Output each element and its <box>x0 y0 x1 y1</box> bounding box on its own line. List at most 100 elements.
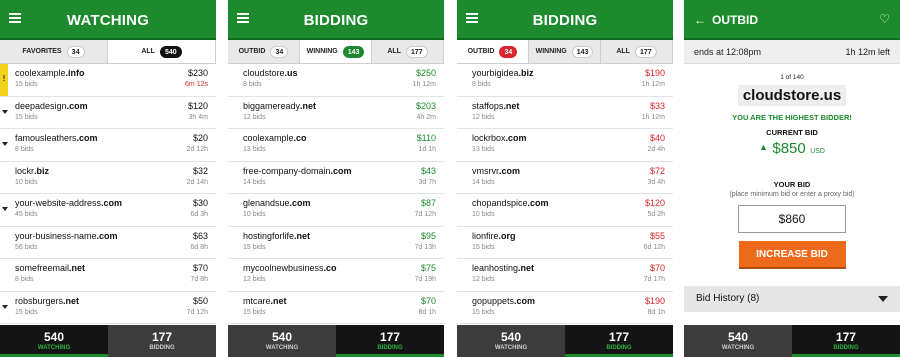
bid-count: 8 bids <box>15 276 34 283</box>
domain-row[interactable]: staffops.net 12 bids $33 1h 12m <box>457 97 673 129</box>
domain-row[interactable]: robsburgers.net 15 bids $50 7d 12h <box>0 292 216 324</box>
bid-history-dropdown[interactable]: Bid History (8) <box>684 286 900 312</box>
domain-label: lockr <box>15 165 35 176</box>
domain-tld: .com <box>76 133 98 143</box>
bottom-nav: 540 WATCHING 177 BIDDING <box>228 325 444 357</box>
domain-label: your-website-address <box>15 198 102 208</box>
domain-name: your-business-name.com <box>15 231 208 241</box>
nav-watching[interactable]: 540 WATCHING <box>0 325 108 357</box>
tab-all[interactable]: ALL 177 <box>601 40 673 63</box>
domain-tld: .net <box>270 295 287 306</box>
price: $40 <box>649 133 665 143</box>
tab-label: ALL <box>616 48 630 55</box>
domain-label: vmsrvr <box>472 165 499 176</box>
time-remaining: 8d 1h <box>647 308 665 316</box>
domain-list: yourbigidea.biz 8 bids $190 1h 12m staffops.… <box>457 64 673 324</box>
heart-icon[interactable]: ♡ <box>879 12 890 26</box>
domain-tld: .com <box>66 100 88 111</box>
time-remaining: 7d 12h <box>186 308 208 316</box>
time-remaining: 7d 8h <box>190 276 208 283</box>
app-bar: BIDDING <box>228 0 444 40</box>
domain-label: staffops <box>472 100 504 111</box>
nav-bidding[interactable]: 177 BIDDING <box>336 325 444 357</box>
nav-bidding[interactable]: 177 BIDDING <box>792 325 900 357</box>
tab-winning[interactable]: WINNING 143 <box>300 40 372 63</box>
screen-title: OUTBID <box>712 13 758 27</box>
domain-tld: .net <box>294 230 311 241</box>
back-arrow-icon[interactable]: ← <box>694 13 706 27</box>
time-remaining: 7d 17h <box>643 276 665 283</box>
domain-row[interactable]: biggameready.net 12 bids $203 4h 2m <box>228 97 444 129</box>
tab-outbid[interactable]: OUTBID 34 <box>457 40 529 63</box>
price: $230 <box>187 68 208 78</box>
domain-row[interactable]: deepadesign.com 15 bids $120 3h 4m <box>0 97 216 129</box>
bid-count: 15 bids <box>243 308 266 316</box>
domain-row[interactable]: vmsrvr.com 14 bids $72 3d 4h <box>457 162 673 194</box>
bid-count: 8 bids <box>243 81 262 88</box>
domain-tld: .co <box>293 133 307 143</box>
domain-row[interactable]: leanhosting.net 12 bids $70 7d 17h <box>457 259 673 292</box>
domain-name: lockr.biz <box>15 166 208 176</box>
filter-tabs: FAVORITES 34 ALL 540 <box>0 40 216 64</box>
tab-favorites[interactable]: FAVORITES 34 <box>0 40 108 63</box>
domain-tld: .com <box>330 165 352 176</box>
domain-tld: .com <box>289 198 311 208</box>
tab-all[interactable]: ALL 177 <box>372 40 444 63</box>
tab-all[interactable]: ALL 540 <box>108 40 216 63</box>
bottom-nav: 540 WATCHING 177 BIDDING <box>684 325 900 357</box>
your-bid-hint: (place minimum bid or enter a proxy bid) <box>729 191 855 198</box>
domain-row[interactable]: famousleathers.com 8 bids $20 2d 12h <box>0 129 216 162</box>
nav-bidding[interactable]: 177 BIDDING <box>108 325 216 357</box>
domain-name: leanhosting.net <box>472 263 665 273</box>
nav-count: 540 <box>271 330 293 344</box>
domain-tld: .org <box>498 230 516 241</box>
bid-count: 15 bids <box>243 243 266 251</box>
domain-row[interactable]: ! coolexample.info 15 bids $230 6m 12s <box>0 64 216 97</box>
domain-row[interactable]: chopandspice.com 10 bids $120 5d 2h <box>457 194 673 227</box>
nav-watching[interactable]: 540 WATCHING <box>684 325 792 357</box>
domain-row[interactable]: mtcare.net 15 bids $70 8d 1h <box>228 292 444 324</box>
time-remaining: 8d 1h <box>418 308 436 316</box>
domain-row[interactable]: your-business-name.com 56 bids $63 6d 8h <box>0 227 216 259</box>
increase-bid-button[interactable]: INCREASE BID <box>738 241 846 269</box>
domain-row[interactable]: free-company-domain.com 14 bids $43 3d 7h <box>228 162 444 194</box>
bid-history-label: Bid History (8) <box>696 293 760 304</box>
domain-row[interactable]: lionfire.org 15 bids $55 6d 12h <box>457 227 673 259</box>
nav-watching[interactable]: 540 WATCHING <box>457 325 565 357</box>
nav-watching[interactable]: 540 WATCHING <box>228 325 336 357</box>
nav-bidding[interactable]: 177 BIDDING <box>565 325 673 357</box>
tab-count-badge: 177 <box>634 45 657 58</box>
tab-winning[interactable]: WINNING 143 <box>529 40 601 63</box>
tab-outbid[interactable]: OUTBID 34 <box>228 40 300 63</box>
domain-row[interactable]: hostingforlife.net 15 bids $95 7d 13h <box>228 227 444 259</box>
domain-row[interactable]: yourbigidea.biz 8 bids $190 1h 12m <box>457 64 673 97</box>
domain-tld: .net <box>63 295 80 306</box>
nav-label: BIDDING <box>606 345 632 351</box>
bid-count: 12 bids <box>243 276 266 283</box>
domain-row[interactable]: lockrbox.com 13 bids $40 2d 4h <box>457 129 673 162</box>
domain-row[interactable]: cloudstore.us 8 bids $250 1h 12m <box>228 64 444 97</box>
price: $110 <box>416 133 436 143</box>
time-remaining: 5d 2h <box>647 211 665 218</box>
domain-name: hostingforlife.net <box>243 231 436 241</box>
domain-row[interactable]: your-website-address.com 45 bids $30 6d 3h <box>0 194 216 227</box>
bid-count: 12 bids <box>472 276 495 283</box>
domain-row[interactable]: lockr.biz 10 bids $32 2d 14h <box>0 162 216 194</box>
domain-list: cloudstore.us 8 bids $250 1h 12m biggameread… <box>228 64 444 324</box>
domain-row[interactable]: coolexample.co 13 bids $110 1d 1h <box>228 129 444 162</box>
domain-row[interactable]: gopuppets.com 15 bids $190 8d 1h <box>457 292 673 324</box>
domain-label: coolexample <box>243 133 294 143</box>
app-bar: ← OUTBID ♡ <box>684 0 900 40</box>
domain-tld: .co <box>323 263 337 273</box>
price: $190 <box>644 295 665 306</box>
time-remaining: 6d 8h <box>190 243 208 251</box>
domain-name: free-company-domain.com <box>243 166 436 176</box>
domain-tld: .biz <box>34 165 50 176</box>
bid-amount-input[interactable] <box>738 205 846 233</box>
domain-label: glenandsue <box>243 198 290 208</box>
tab-label: OUTBID <box>467 48 495 55</box>
domain-row[interactable]: somefreemail.net 8 bids $70 7d 8h <box>0 259 216 292</box>
domain-row[interactable]: glenandsue.com 10 bids $87 7d 12h <box>228 194 444 227</box>
domain-row[interactable]: mycoolnewbusiness.co 12 bids $75 7d 19h <box>228 259 444 292</box>
domain-name: coolexample.co <box>243 133 436 143</box>
